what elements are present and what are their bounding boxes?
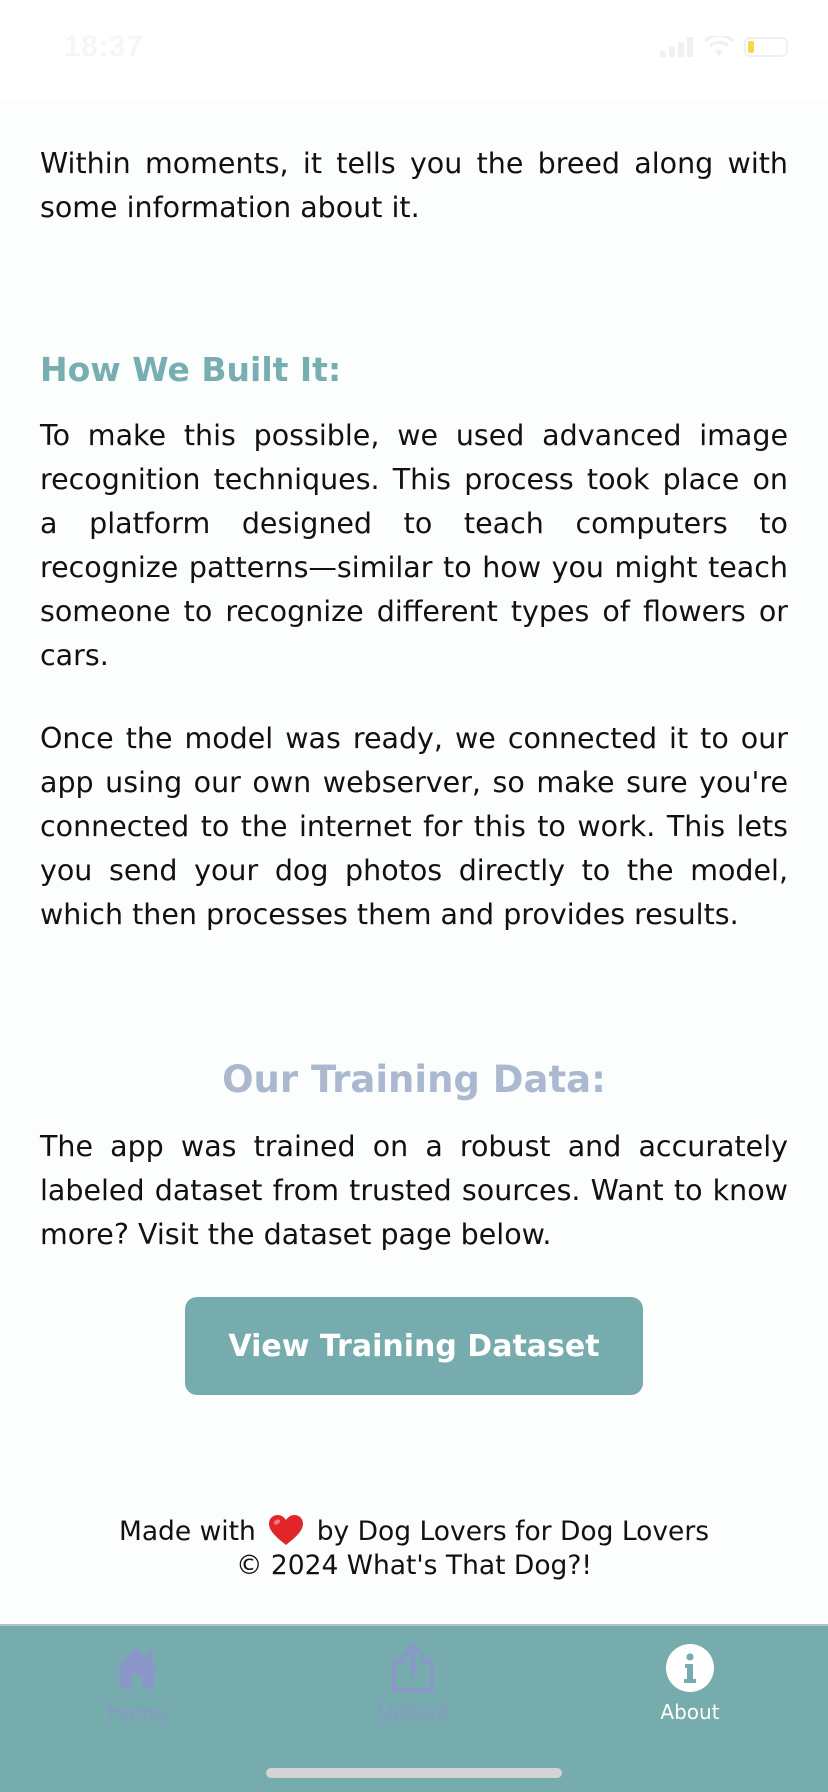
tab-upload-label: Upload bbox=[377, 1700, 449, 1724]
intro-paragraph-tail: Within moments, it tells you the breed a… bbox=[40, 147, 788, 224]
bottom-tab-bar: Home Upload About bbox=[0, 1624, 828, 1792]
info-icon bbox=[664, 1642, 716, 1694]
how-we-built-paragraph-2: Once the model was ready, we connected i… bbox=[40, 722, 788, 931]
how-we-built-paragraph-1: To make this possible, we used advanced … bbox=[40, 419, 788, 672]
home-icon bbox=[111, 1642, 163, 1694]
tab-home-label: Home bbox=[107, 1700, 167, 1724]
upload-icon bbox=[387, 1642, 439, 1694]
copyright-text: © 2024 What's That Dog?! bbox=[235, 1550, 593, 1581]
heart-icon bbox=[269, 1514, 304, 1545]
training-data-heading: Our Training Data: bbox=[222, 1058, 606, 1101]
view-training-dataset-button[interactable]: View Training Dataset bbox=[185, 1297, 643, 1395]
training-data-paragraph: The app was trained on a robust and accu… bbox=[40, 1130, 788, 1251]
home-indicator[interactable] bbox=[266, 1768, 562, 1778]
status-time: 18:37 bbox=[64, 30, 144, 63]
tab-about-label: About bbox=[660, 1700, 720, 1724]
wifi-icon bbox=[704, 36, 734, 56]
tab-upload[interactable]: Upload bbox=[343, 1642, 483, 1732]
cellular-signal-icon bbox=[660, 37, 693, 57]
battery-level bbox=[748, 41, 754, 53]
status-icons bbox=[660, 36, 788, 58]
made-with-suffix: by Dog Lovers for Dog Lovers bbox=[316, 1516, 710, 1547]
tab-about[interactable]: About bbox=[620, 1642, 760, 1732]
battery-icon bbox=[744, 37, 788, 57]
tab-home[interactable]: Home bbox=[67, 1642, 207, 1732]
status-bar: 18:37 bbox=[0, 0, 828, 100]
how-we-built-it-heading: How We Built It: bbox=[40, 350, 342, 389]
made-with-love-line: Made with by Dog Lovers for Dog Lovers bbox=[0, 1514, 828, 1549]
made-with-prefix: Made with bbox=[118, 1516, 256, 1547]
